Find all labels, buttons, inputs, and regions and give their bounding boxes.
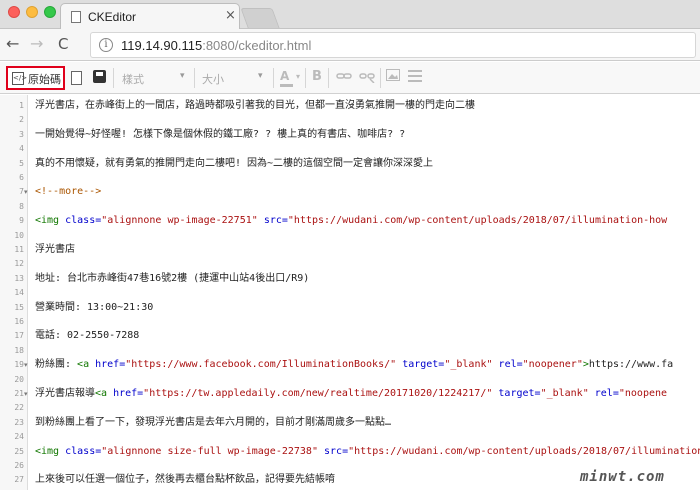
toolbar-separator [113, 68, 114, 88]
style-dropdown-label: 樣式 [122, 73, 144, 86]
navigation-bar: ← → C i 119.14.90.115:8080/ckeditor.html [0, 29, 700, 61]
size-dropdown[interactable]: 大小 ▾ [198, 68, 268, 88]
tab-title: CKEditor [88, 10, 137, 24]
bold-icon[interactable]: B [312, 69, 322, 84]
toolbar-separator [305, 68, 306, 88]
watermark: minwt.com [580, 469, 665, 485]
size-dropdown-label: 大小 [202, 73, 224, 86]
new-page-icon[interactable] [71, 71, 82, 85]
url-text[interactable]: 119.14.90.115:8080/ckeditor.html [121, 38, 311, 53]
chevron-down-icon[interactable]: ▾ [296, 72, 300, 81]
close-window-button[interactable] [8, 6, 20, 18]
address-bar[interactable]: i 119.14.90.115:8080/ckeditor.html [90, 32, 696, 58]
source-code-editor[interactable]: 1 浮光書店，在赤峰街上的一間店，路過時都吸引著我的目光，但都一直沒勇氣推開一樓的… [0, 95, 700, 490]
line-number: 27 [14, 475, 24, 485]
save-icon[interactable] [93, 70, 106, 83]
back-arrow-icon[interactable]: ← [6, 34, 19, 53]
url-host: 119.14.90.115 [121, 38, 203, 53]
source-icon: </> [12, 72, 27, 85]
text-color-icon[interactable]: A [280, 69, 293, 87]
horizontal-line-icon[interactable] [408, 69, 422, 86]
toolbar-separator [194, 68, 195, 88]
source-button[interactable]: </> 原始碼 [6, 66, 65, 90]
code-text: 上來後可以任選一個位子，然後再去櫃台點杯飲品，記得要先結帳唷 [35, 474, 335, 486]
browser-tab[interactable]: CKEditor × [60, 3, 240, 30]
url-path: :8080/ckeditor.html [202, 38, 312, 53]
new-tab-button[interactable] [240, 8, 280, 28]
info-icon[interactable]: i [99, 38, 113, 52]
link-icon[interactable] [336, 69, 352, 86]
editor-toolbar: </> 原始碼 樣式 ▾ 大小 ▾ A ▾ B [0, 62, 700, 94]
title-bar: CKEditor × [0, 0, 700, 30]
tab-close-icon[interactable]: × [225, 8, 236, 23]
image-icon[interactable] [386, 69, 400, 84]
page-icon [71, 11, 81, 23]
forward-arrow-icon[interactable]: → [30, 34, 43, 53]
zoom-window-button[interactable] [44, 6, 56, 18]
minimize-window-button[interactable] [26, 6, 38, 18]
source-label: 原始碼 [28, 73, 61, 86]
chevron-down-icon: ▾ [258, 71, 263, 81]
style-dropdown[interactable]: 樣式 ▾ [118, 68, 190, 88]
toolbar-separator [328, 68, 329, 88]
toolbar-separator [273, 68, 274, 88]
unlink-icon[interactable] [359, 69, 375, 86]
toolbar-separator [380, 68, 381, 88]
chevron-down-icon: ▾ [180, 71, 185, 81]
reload-icon[interactable]: C [58, 35, 68, 53]
